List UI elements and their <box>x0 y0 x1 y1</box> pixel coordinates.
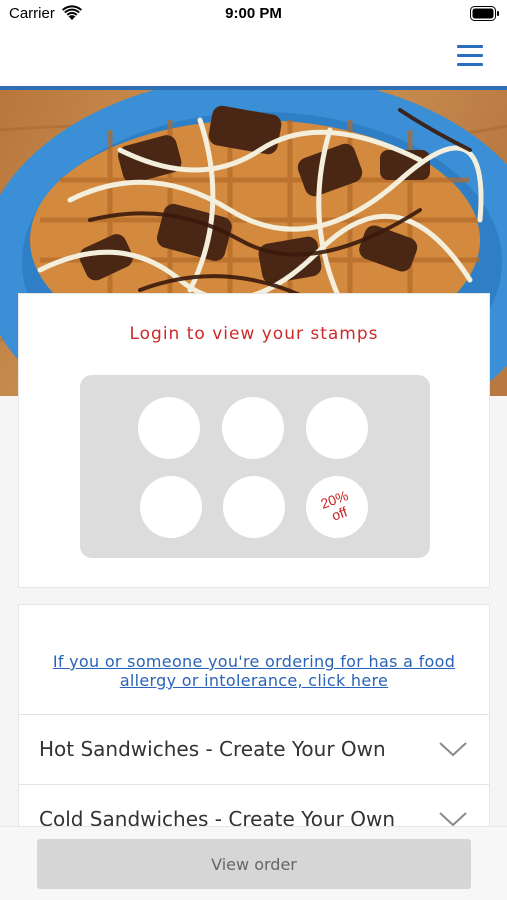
reward-label: 20% off <box>318 487 356 526</box>
stamp-slot <box>222 397 284 459</box>
stamp-slot <box>140 476 202 538</box>
allergy-info-link[interactable]: If you or someone you're ordering for ha… <box>19 652 489 690</box>
status-bar: Carrier 9:00 PM <box>0 0 507 30</box>
bottom-bar: View order <box>0 826 507 900</box>
chevron-down-icon <box>439 742 467 757</box>
category-label: Hot Sandwiches - Create Your Own <box>39 737 386 761</box>
nav-bar <box>0 30 507 86</box>
reward-stamp-slot: 20% off <box>306 476 368 538</box>
login-to-view-stamps-link[interactable]: Login to view your stamps <box>19 324 489 344</box>
view-order-button[interactable]: View order <box>37 839 471 889</box>
category-hot-sandwiches[interactable]: Hot Sandwiches - Create Your Own <box>19 714 489 784</box>
stamp-board: 20% off <box>80 375 430 558</box>
stamp-card: Login to view your stamps 20% off <box>18 293 490 588</box>
chevron-down-icon <box>439 812 467 827</box>
menu-card: If you or someone you're ordering for ha… <box>18 604 490 834</box>
stamp-slot <box>223 476 285 538</box>
allergy-link-line2[interactable]: allergy or intolerance, click here <box>19 671 489 690</box>
hamburger-menu-icon[interactable] <box>450 36 490 76</box>
allergy-link-line1[interactable]: If you or someone you're ordering for ha… <box>19 652 489 671</box>
battery-icon <box>470 6 499 21</box>
stamp-slot <box>306 397 368 459</box>
status-time: 9:00 PM <box>225 5 282 22</box>
stamp-slot <box>138 397 200 459</box>
